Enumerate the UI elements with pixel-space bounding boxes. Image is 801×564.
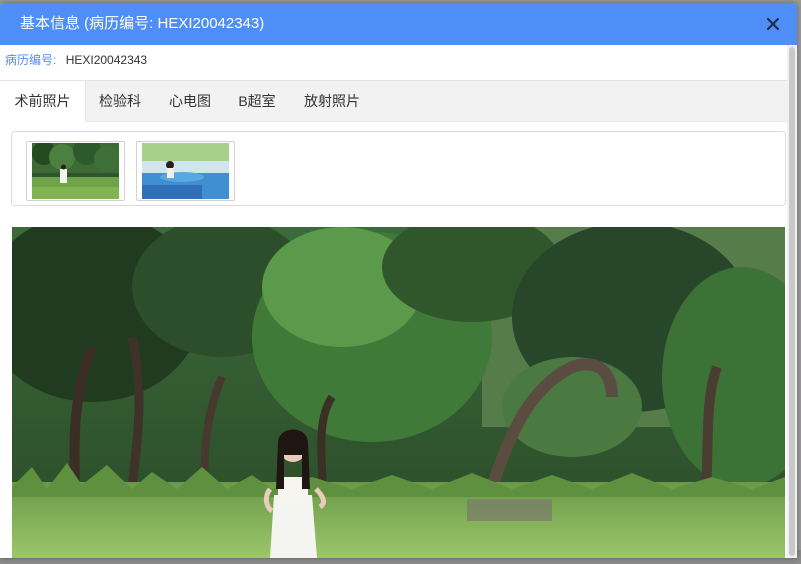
tab-ultrasound[interactable]: B超室 [228,81,286,121]
thumbnail-forest[interactable] [26,141,125,201]
dialog-title: 基本信息 (病历编号: HEXI20042343) [20,15,265,32]
thumbnail-strip [11,131,786,206]
tab-preop-photos[interactable]: 术前照片 [0,81,86,122]
tab-radiology[interactable]: 放射照片 [292,81,372,121]
record-number-label: 病历编号: [5,53,57,67]
patient-info-dialog: 基本信息 (病历编号: HEXI20042343) 病历编号: HEXI2004… [0,3,797,558]
dialog-titlebar: 基本信息 (病历编号: HEXI20042343) [0,3,797,45]
record-number-row: 病历编号: HEXI20042343 [5,52,147,68]
scrollbar-thumb[interactable] [789,47,795,556]
dialog-scrollbar[interactable] [787,45,797,558]
thumbnail-pool[interactable] [136,141,235,201]
close-icon [767,18,779,30]
girl-by-pool-thumbnail [142,143,229,199]
girl-in-forest-thumbnail [32,143,119,199]
tab-ecg[interactable]: 心电图 [158,81,222,121]
main-photo-viewer [12,227,785,558]
category-tabs: 术前照片 检验科 心电图 B超室 放射照片 [0,80,787,122]
close-button[interactable] [763,14,783,34]
tab-laboratory[interactable]: 检验科 [88,81,152,121]
record-number-value: HEXI20042343 [65,53,148,67]
girl-in-forest-photo [12,227,785,558]
